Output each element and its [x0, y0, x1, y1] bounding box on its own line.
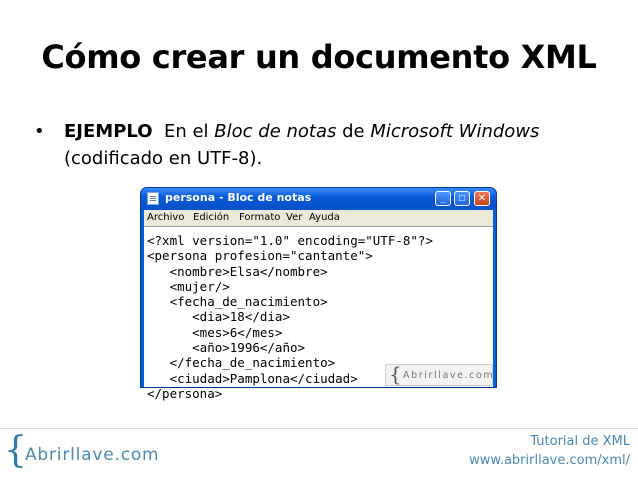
menu-ver[interactable]: Ver	[286, 212, 302, 223]
menu-formato[interactable]: Formato	[239, 212, 280, 223]
bullet-text-3: (codificado en UTF-8).	[64, 148, 263, 169]
bullet-paragraph: • EJEMPLO En el Bloc de notas de Microso…	[34, 118, 606, 172]
logo-text: Abrirllave.com	[25, 445, 160, 465]
window-titlebar[interactable]: persona - Bloc de notas _ □ ✕	[141, 188, 496, 210]
menu-edicion[interactable]: Edición	[193, 212, 229, 223]
watermark-text: Abrirllave.com	[403, 370, 495, 381]
bullet-text-1: En el	[152, 121, 215, 142]
brace-logo-icon: {	[4, 430, 27, 471]
footer-tutorial: Tutorial de XML	[530, 434, 630, 449]
menu-bar: Archivo Edición Formato Ver Ayuda	[144, 210, 493, 226]
os-name: Microsoft Windows	[370, 121, 540, 142]
bullet-dot: •	[34, 121, 45, 142]
footer-divider	[0, 428, 638, 429]
app-name: Bloc de notas	[214, 121, 337, 142]
notepad-window: persona - Bloc de notas _ □ ✕ Archivo Ed…	[141, 188, 496, 401]
example-label: EJEMPLO	[64, 121, 153, 142]
minimize-button[interactable]: _	[435, 191, 451, 206]
close-button[interactable]: ✕	[474, 191, 490, 206]
brand-logo[interactable]: { Abrirllave.com	[4, 430, 164, 471]
menu-ayuda[interactable]: Ayuda	[309, 212, 340, 223]
bullet-text-2: de	[336, 121, 371, 142]
slide-title: Cómo crear un documento XML	[41, 38, 597, 76]
text-editor-area[interactable]: <?xml version="1.0" encoding="UTF-8"?> <…	[144, 226, 495, 401]
watermark-brace-icon: {	[389, 362, 402, 386]
footer-url[interactable]: www.abrirllave.com/xml/	[469, 451, 630, 470]
bullet-text: EJEMPLO En el Bloc de notas de Microsoft…	[64, 118, 606, 172]
maximize-button[interactable]: □	[454, 191, 470, 206]
menu-archivo[interactable]: Archivo	[147, 212, 184, 223]
notepad-icon	[147, 192, 159, 205]
footer-info: Tutorial de XML www.abrirllave.com/xml/	[469, 432, 630, 470]
window-title: persona - Bloc de notas	[165, 191, 312, 204]
watermark: { Abrirllave.com	[385, 362, 495, 386]
